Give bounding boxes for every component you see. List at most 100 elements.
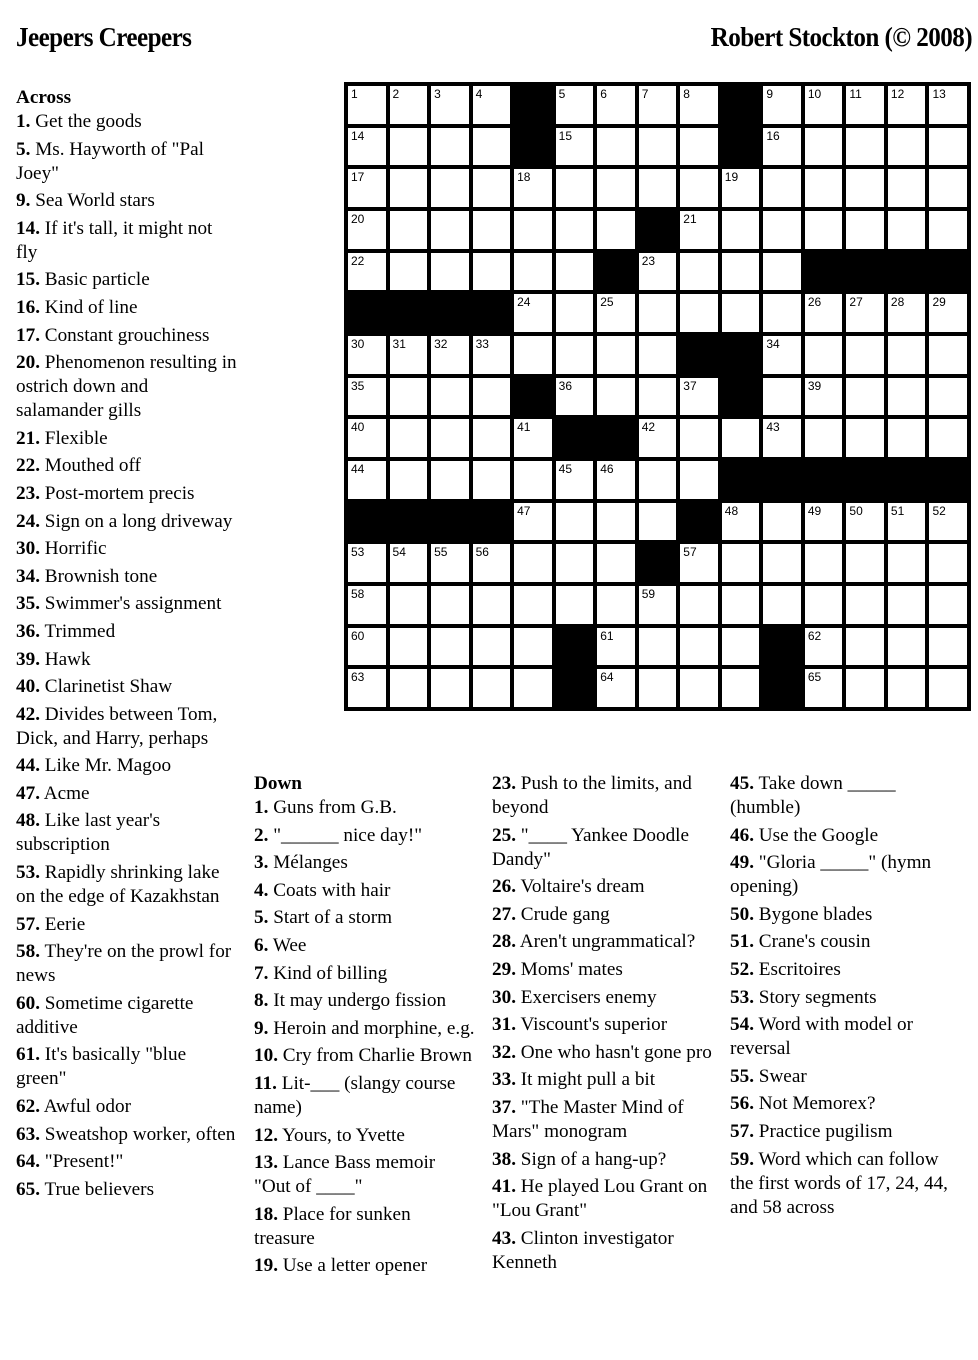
grid-cell[interactable]: 57 bbox=[680, 544, 718, 582]
grid-cell[interactable] bbox=[597, 336, 635, 374]
grid-cell[interactable] bbox=[846, 586, 884, 624]
grid-cell[interactable] bbox=[763, 586, 801, 624]
grid-cell[interactable]: 46 bbox=[597, 461, 635, 499]
grid-cell[interactable] bbox=[514, 544, 552, 582]
grid-cell[interactable] bbox=[887, 127, 926, 166]
grid-cell[interactable]: 48 bbox=[721, 502, 760, 541]
grid-cell[interactable] bbox=[680, 461, 718, 499]
grid-cell[interactable]: 23 bbox=[638, 252, 677, 291]
grid-cell[interactable] bbox=[680, 169, 718, 207]
grid-cell[interactable]: 61 bbox=[597, 627, 635, 666]
grid-cell[interactable] bbox=[597, 377, 635, 416]
grid-cell[interactable] bbox=[597, 544, 635, 582]
grid-cell[interactable]: 26 bbox=[804, 294, 843, 332]
grid-cell[interactable] bbox=[555, 586, 594, 624]
grid-cell[interactable] bbox=[638, 294, 677, 332]
grid-cell[interactable]: 56 bbox=[472, 544, 511, 582]
grid-cell[interactable] bbox=[555, 169, 594, 207]
grid-cell[interactable]: 64 bbox=[597, 669, 635, 707]
grid-cell[interactable] bbox=[389, 419, 428, 457]
grid-cell[interactable] bbox=[638, 461, 677, 499]
grid-cell[interactable]: 17 bbox=[348, 169, 386, 207]
grid-cell[interactable] bbox=[555, 211, 594, 249]
grid-cell[interactable]: 18 bbox=[514, 169, 552, 207]
grid-cell[interactable]: 16 bbox=[763, 127, 801, 166]
grid-cell[interactable]: 37 bbox=[680, 377, 718, 416]
grid-cell[interactable] bbox=[555, 544, 594, 582]
grid-cell[interactable] bbox=[887, 627, 926, 666]
grid-cell[interactable] bbox=[763, 211, 801, 249]
grid-cell[interactable] bbox=[846, 377, 884, 416]
grid-cell[interactable] bbox=[555, 336, 594, 374]
grid-cell[interactable] bbox=[389, 461, 428, 499]
grid-cell[interactable] bbox=[887, 586, 926, 624]
grid-cell[interactable] bbox=[597, 211, 635, 249]
grid-cell[interactable]: 19 bbox=[721, 169, 760, 207]
grid-cell[interactable] bbox=[431, 169, 469, 207]
grid-cell[interactable] bbox=[597, 586, 635, 624]
grid-cell[interactable] bbox=[887, 669, 926, 707]
grid-cell[interactable] bbox=[555, 502, 594, 541]
grid-cell[interactable] bbox=[846, 211, 884, 249]
grid-cell[interactable] bbox=[929, 627, 967, 666]
grid-cell[interactable]: 5 bbox=[555, 86, 594, 124]
grid-cell[interactable]: 52 bbox=[929, 502, 967, 541]
grid-cell[interactable] bbox=[472, 169, 511, 207]
grid-cell[interactable] bbox=[721, 211, 760, 249]
grid-cell[interactable] bbox=[804, 336, 843, 374]
grid-cell[interactable] bbox=[389, 169, 428, 207]
grid-cell[interactable] bbox=[721, 669, 760, 707]
grid-cell[interactable] bbox=[929, 211, 967, 249]
grid-cell[interactable] bbox=[846, 336, 884, 374]
grid-cell[interactable]: 42 bbox=[638, 419, 677, 457]
grid-cell[interactable]: 43 bbox=[763, 419, 801, 457]
grid-cell[interactable] bbox=[680, 127, 718, 166]
grid-cell[interactable] bbox=[846, 419, 884, 457]
grid-cell[interactable] bbox=[431, 669, 469, 707]
grid-cell[interactable] bbox=[597, 502, 635, 541]
grid-cell[interactable] bbox=[431, 586, 469, 624]
grid-cell[interactable]: 32 bbox=[431, 336, 469, 374]
grid-cell[interactable]: 51 bbox=[887, 502, 926, 541]
grid-cell[interactable]: 58 bbox=[348, 586, 386, 624]
grid-cell[interactable] bbox=[389, 211, 428, 249]
grid-cell[interactable] bbox=[721, 627, 760, 666]
grid-cell[interactable]: 62 bbox=[804, 627, 843, 666]
grid-cell[interactable]: 4 bbox=[472, 86, 511, 124]
grid-cell[interactable] bbox=[638, 627, 677, 666]
grid-cell[interactable] bbox=[431, 419, 469, 457]
grid-cell[interactable] bbox=[763, 294, 801, 332]
grid-cell[interactable]: 9 bbox=[763, 86, 801, 124]
grid-cell[interactable]: 55 bbox=[431, 544, 469, 582]
grid-cell[interactable]: 65 bbox=[804, 669, 843, 707]
grid-cell[interactable] bbox=[431, 211, 469, 249]
grid-cell[interactable] bbox=[929, 127, 967, 166]
grid-cell[interactable]: 60 bbox=[348, 627, 386, 666]
grid-cell[interactable] bbox=[846, 669, 884, 707]
grid-cell[interactable]: 20 bbox=[348, 211, 386, 249]
grid-cell[interactable]: 29 bbox=[929, 294, 967, 332]
grid-cell[interactable] bbox=[929, 419, 967, 457]
grid-cell[interactable]: 49 bbox=[804, 502, 843, 541]
grid-cell[interactable]: 35 bbox=[348, 377, 386, 416]
grid-cell[interactable] bbox=[680, 627, 718, 666]
grid-cell[interactable] bbox=[638, 169, 677, 207]
grid-cell[interactable]: 39 bbox=[804, 377, 843, 416]
grid-cell[interactable]: 30 bbox=[348, 336, 386, 374]
grid-cell[interactable] bbox=[680, 294, 718, 332]
grid-cell[interactable] bbox=[763, 377, 801, 416]
grid-cell[interactable] bbox=[804, 127, 843, 166]
grid-cell[interactable]: 25 bbox=[597, 294, 635, 332]
grid-cell[interactable]: 11 bbox=[846, 86, 884, 124]
grid-cell[interactable]: 54 bbox=[389, 544, 428, 582]
grid-cell[interactable] bbox=[887, 336, 926, 374]
grid-cell[interactable] bbox=[804, 169, 843, 207]
grid-cell[interactable] bbox=[721, 586, 760, 624]
grid-cell[interactable] bbox=[472, 377, 511, 416]
grid-cell[interactable]: 6 bbox=[597, 86, 635, 124]
grid-cell[interactable] bbox=[680, 586, 718, 624]
grid-cell[interactable]: 27 bbox=[846, 294, 884, 332]
grid-cell[interactable] bbox=[887, 377, 926, 416]
grid-cell[interactable] bbox=[514, 669, 552, 707]
grid-cell[interactable] bbox=[638, 336, 677, 374]
